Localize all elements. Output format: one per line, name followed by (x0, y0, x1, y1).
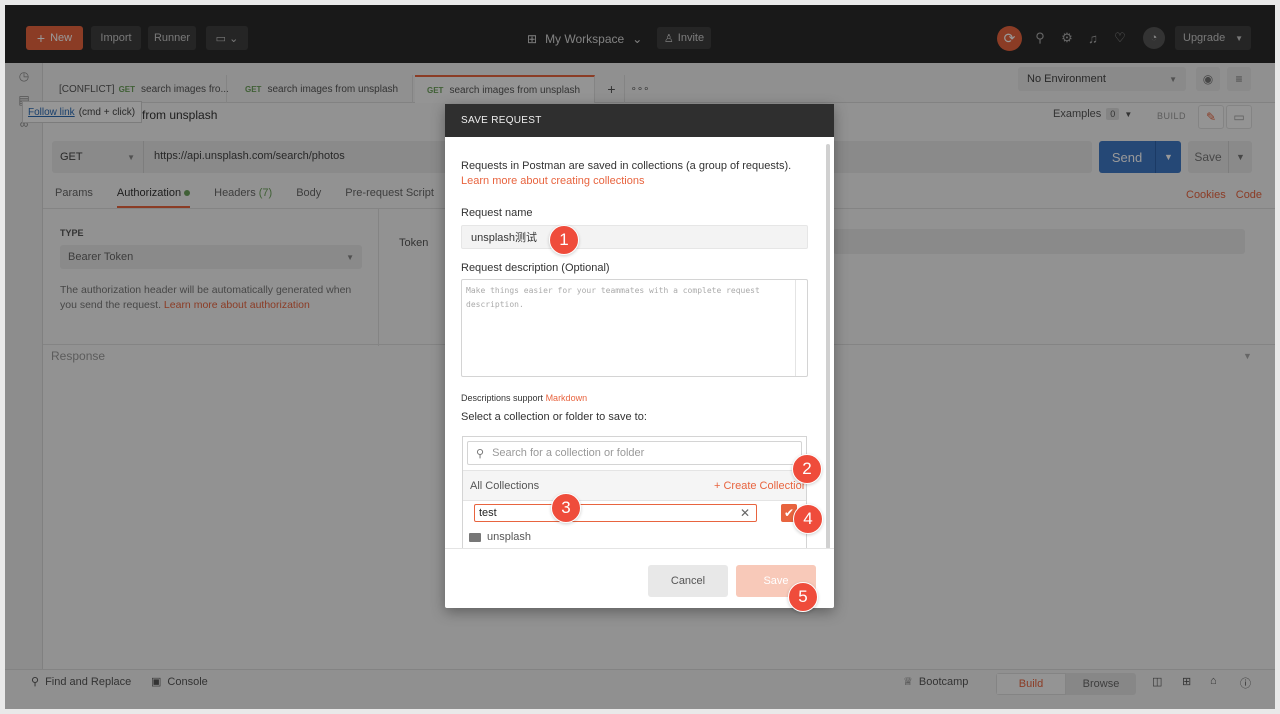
step-marker-5: 5 (788, 582, 818, 612)
learn-collections-link[interactable]: Learn more about creating collections (461, 174, 811, 189)
request-description-label: Request description (Optional) (461, 262, 610, 274)
step-marker-3: 3 (551, 493, 581, 523)
modal-scrollbar[interactable] (826, 144, 830, 549)
collection-search-input[interactable]: ⚲ Search for a collection or folder (467, 441, 802, 465)
request-name-input[interactable]: unsplash测试 (461, 225, 808, 249)
all-collections-label: All Collections (470, 480, 540, 492)
search-icon: ⚲ (476, 447, 485, 460)
modal-footer: Cancel Save (445, 548, 834, 608)
clear-icon[interactable]: ✕ (740, 506, 750, 520)
step-marker-1: 1 (549, 225, 579, 255)
app-window: + New Import Runner ▭ ⌄ ⊞ My Workspace ⌄… (5, 5, 1275, 709)
description-scrollbar (795, 280, 807, 376)
folder-icon (469, 532, 481, 542)
markdown-link[interactable]: Markdown (546, 393, 588, 403)
cancel-button[interactable]: Cancel (648, 565, 728, 597)
select-collection-label: Select a collection or folder to save to… (461, 411, 647, 423)
modal-title: SAVE REQUEST (445, 104, 834, 137)
modal-intro: Requests in Postman are saved in collect… (461, 159, 811, 189)
step-marker-4: 4 (793, 504, 823, 534)
save-request-modal: SAVE REQUEST Requests in Postman are sav… (445, 104, 834, 608)
step-marker-2: 2 (792, 454, 822, 484)
new-collection-name-input[interactable]: test ✕ (474, 504, 757, 522)
collection-picker: ⚲ Search for a collection or folder All … (462, 436, 807, 548)
collection-item[interactable]: unsplash (469, 531, 531, 543)
request-description-input[interactable]: Make things easier for your teammates wi… (461, 279, 808, 377)
markdown-note: Descriptions support Markdown (461, 393, 588, 403)
create-collection-link[interactable]: + Create Collection (714, 480, 806, 492)
all-collections-row: All Collections + Create Collection (463, 470, 806, 501)
request-name-label: Request name (461, 207, 533, 219)
